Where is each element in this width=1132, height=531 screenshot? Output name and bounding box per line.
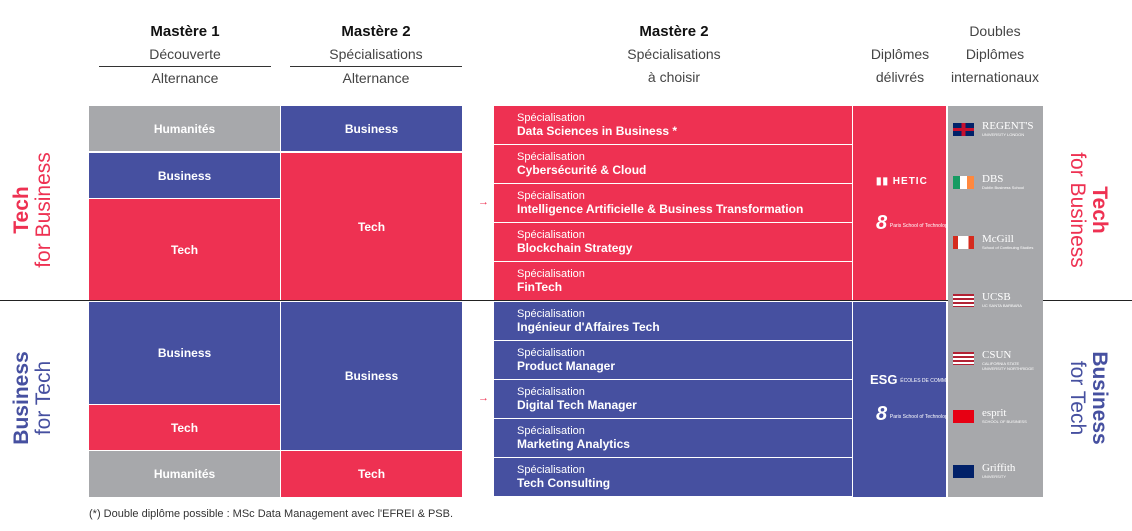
track-label-tech-right: Tech for Business <box>1066 152 1111 268</box>
specialisation-item: Spécialisation Ingénieur d'Affaires Tech <box>494 302 852 340</box>
partner-logo: Griffith UNIVERSITY <box>982 462 1015 479</box>
psb-logo: 8 Paris School of Technology & Business <box>876 212 977 234</box>
partner-sub: SCHOOL OF BUSINESS <box>982 419 1027 424</box>
specialisation-item: Spécialisation Tech Consulting <box>494 458 852 496</box>
partner-name: esprit <box>982 407 1007 419</box>
spec-name: Ingénieur d'Affaires Tech <box>517 320 660 334</box>
m1-cell: Business <box>89 153 280 198</box>
m1-cell: Humanités <box>89 451 280 497</box>
m2-cell: Tech <box>281 153 462 300</box>
diplomas-tech <box>853 106 946 300</box>
canada-flag-icon <box>953 236 974 249</box>
specialisation-item: Spécialisation Data Sciences in Business … <box>494 106 852 144</box>
specialisation-item: Spécialisation Marketing Analytics <box>494 419 852 457</box>
track-label-business-left: Business for Tech <box>10 351 55 445</box>
partner-name: REGENT'S <box>982 120 1034 132</box>
m1-cell: Tech <box>89 199 280 300</box>
m1-cell: Business <box>89 302 280 404</box>
spec-name: Digital Tech Manager <box>517 398 637 412</box>
partner-sub: UNIVERSITY <box>982 474 1007 479</box>
partner-logo: McGill School of Continuing Studies <box>982 233 1033 250</box>
m2-cell: Tech <box>281 451 462 497</box>
specialisation-item: Spécialisation Product Manager <box>494 341 852 379</box>
specialisation-item: Spécialisation Cybersécurité & Cloud <box>494 145 852 183</box>
esg-logo: ESG ÉCOLES DE COMMERCE <box>870 372 960 387</box>
footnote: (*) Double diplôme possible : MSc Data M… <box>89 508 454 520</box>
spec-name: Marketing Analytics <box>517 437 630 451</box>
partner-name: UCSB <box>982 291 1011 303</box>
ireland-flag-icon <box>953 176 974 189</box>
spec-name: Tech Consulting <box>517 476 611 490</box>
psb-logo: 8 Paris School of Technology & Business <box>876 403 977 425</box>
tunisia-flag-icon <box>953 410 974 423</box>
m2-cell: Business <box>281 106 462 151</box>
australia-flag-icon <box>953 465 974 478</box>
spec-name: Cybersécurité & Cloud <box>517 163 647 177</box>
m1-cell: Humanités <box>89 106 280 151</box>
header-doubles: Doubles Diplômes internationaux <box>951 23 1039 85</box>
spec-name: Data Sciences in Business * <box>517 124 678 138</box>
specialisation-item: Spécialisation Digital Tech Manager <box>494 380 852 418</box>
header-m2-choice: Mastère 2 Spécialisations à choisir <box>627 23 721 85</box>
arrow-icon: → <box>478 392 489 404</box>
partner-name: Griffith <box>982 462 1016 474</box>
partner-sub: Dublin Business School <box>982 185 1025 190</box>
usa-flag-icon <box>953 294 974 307</box>
m1-cell: Tech <box>89 405 280 450</box>
uk-flag-icon <box>953 123 974 136</box>
header-diplomas: Diplômes délivrés <box>870 46 930 85</box>
partner-sub: UNIVERSITY LONDON <box>982 132 1025 137</box>
partner-name: DBS <box>982 173 1004 185</box>
hetic-logo: ▮▮ HETIC <box>876 176 928 187</box>
partner-name: McGill <box>982 233 1014 245</box>
spec-name: Product Manager <box>517 359 616 373</box>
usa-flag-icon <box>953 352 974 365</box>
partner-logo: REGENT'S UNIVERSITY LONDON <box>982 120 1033 137</box>
partner-sub: School of Continuing Studies <box>982 245 1034 250</box>
spec-name: Blockchain Strategy <box>517 241 633 255</box>
partner-sub: CALIFORNIA STATE UNIVERSITY NORTHRIDGE <box>982 361 1034 371</box>
partner-sub: UC SANTA BARBARA <box>982 303 1022 308</box>
arrow-icon: → <box>478 196 489 208</box>
specialisation-item: Spécialisation Blockchain Strategy <box>494 223 852 261</box>
spec-name: Intelligence Artificielle & Business Tra… <box>517 202 804 216</box>
header-m1: Mastère 1 Découverte Alternance <box>99 20 271 90</box>
partner-name: CSUN <box>982 349 1012 361</box>
header-m2: Mastère 2 Spécialisations Alternance <box>290 20 462 90</box>
track-label-business-right: Business for Tech <box>1066 351 1111 445</box>
track-label-tech-left: Tech for Business <box>10 152 55 268</box>
specialisation-item: Spécialisation FinTech <box>494 262 852 300</box>
spec-name: FinTech <box>517 280 563 294</box>
partner-logo: CSUN CALIFORNIA STATE UNIVERSITY NORTHRID… <box>982 349 1037 371</box>
partner-logo: UCSB UC SANTA BARBARA <box>982 291 1022 308</box>
partner-logo: DBS Dublin Business School <box>982 173 1024 190</box>
spec-label: Spécialisation <box>517 268 585 280</box>
m2-cell: Business <box>281 302 462 450</box>
partner-logo: esprit SCHOOL OF BUSINESS <box>982 407 1027 424</box>
diplomas-business <box>853 302 946 497</box>
specialisation-item: Spécialisation Intelligence Artificielle … <box>494 184 852 222</box>
